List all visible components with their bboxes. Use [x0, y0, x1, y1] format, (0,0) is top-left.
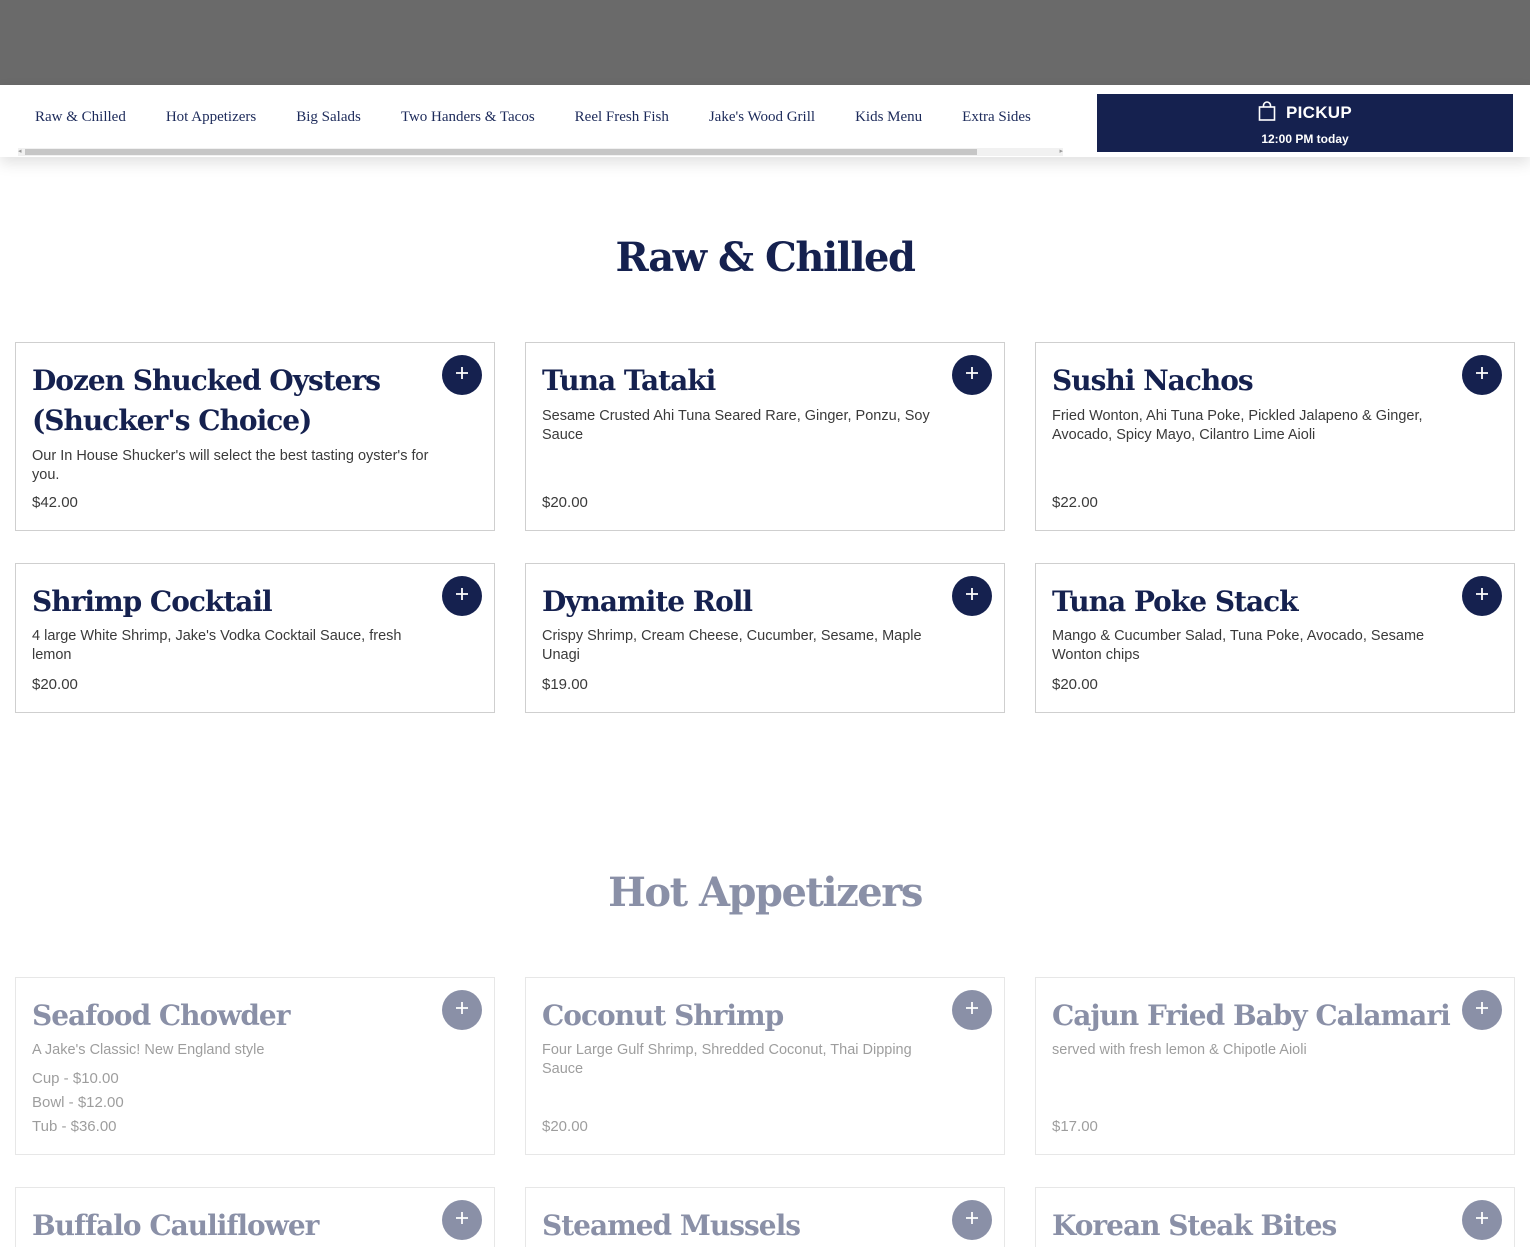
- item-description: A Jake's Classic! New England style: [32, 1042, 265, 1058]
- plus-icon: [1474, 1000, 1490, 1021]
- item-name: Tuna Poke Stack: [1052, 585, 1299, 618]
- plus-icon: [1474, 586, 1490, 607]
- item-description: Our In House Shucker's will select the b…: [32, 448, 429, 483]
- menu-item-card[interactable]: Buffalo Cauliflower: [15, 1187, 495, 1247]
- plus-icon: [964, 1000, 980, 1021]
- menu-item-card[interactable]: Cajun Fried Baby Calamari served with fr…: [1035, 977, 1515, 1155]
- add-item-button[interactable]: [1462, 576, 1502, 616]
- menu-item-card[interactable]: Steamed Mussels: [525, 1187, 1005, 1247]
- horizontal-scrollbar[interactable]: ◂ ▸: [18, 148, 1063, 156]
- item-price: $17.00: [1052, 1118, 1098, 1135]
- modal-backdrop: [0, 0, 1530, 85]
- add-item-button[interactable]: [952, 355, 992, 395]
- item-name: Dynamite Roll: [542, 585, 753, 618]
- menu-item-card[interactable]: Dynamite Roll Crispy Shrimp, Cream Chees…: [525, 563, 1005, 713]
- menu-item-card[interactable]: Sushi Nachos Fried Wonton, Ahi Tuna Poke…: [1035, 342, 1515, 531]
- add-item-button[interactable]: [442, 1200, 482, 1240]
- item-price: $19.00: [542, 676, 588, 693]
- tab-reel-fresh-fish[interactable]: Reel Fresh Fish: [555, 109, 689, 126]
- add-item-button[interactable]: [442, 576, 482, 616]
- item-price: $22.00: [1052, 494, 1098, 511]
- item-name: Shrimp Cocktail: [32, 585, 273, 618]
- item-description: served with fresh lemon & Chipotle Aioli: [1052, 1042, 1307, 1058]
- item-description: Crispy Shrimp, Cream Cheese, Cucumber, S…: [542, 628, 922, 663]
- tab-kids-menu[interactable]: Kids Menu: [835, 109, 942, 126]
- shopping-bag-icon: [1258, 100, 1276, 126]
- add-item-button[interactable]: [442, 990, 482, 1030]
- price-option-bowl: Bowl - $12.00: [32, 1094, 124, 1111]
- add-item-button[interactable]: [952, 990, 992, 1030]
- add-item-button[interactable]: [1462, 990, 1502, 1030]
- plus-icon: [1474, 1210, 1490, 1231]
- menu-item-card[interactable]: Dozen Shucked Oysters (Shucker's Choice)…: [15, 342, 495, 531]
- menu-item-card[interactable]: Seafood Chowder A Jake's Classic! New En…: [15, 977, 495, 1155]
- item-description: 4 large White Shrimp, Jake's Vodka Cockt…: [32, 628, 402, 663]
- plus-icon: [454, 1210, 470, 1231]
- item-description: Sesame Crusted Ahi Tuna Seared Rare, Gin…: [542, 408, 930, 443]
- add-item-button[interactable]: [952, 576, 992, 616]
- item-name: Buffalo Cauliflower: [32, 1209, 319, 1242]
- category-tabs: Raw & Chilled Hot Appetizers Big Salads …: [15, 85, 1065, 149]
- add-item-button[interactable]: [1462, 355, 1502, 395]
- menu-item-card[interactable]: Korean Steak Bites: [1035, 1187, 1515, 1247]
- item-name: Coconut Shrimp: [542, 999, 784, 1032]
- pickup-label: PICKUP: [1285, 103, 1353, 122]
- plus-icon: [454, 1000, 470, 1021]
- scroll-left-arrow-icon[interactable]: ◂: [18, 148, 22, 156]
- item-description: Fried Wonton, Ahi Tuna Poke, Pickled Jal…: [1052, 408, 1423, 443]
- item-description: Four Large Gulf Shrimp, Shredded Coconut…: [542, 1042, 912, 1077]
- item-price: $20.00: [1052, 676, 1098, 693]
- section-title-raw-chilled: Raw & Chilled: [615, 234, 916, 281]
- add-item-button[interactable]: [952, 1200, 992, 1240]
- item-name: Tuna Tataki: [542, 364, 716, 397]
- menu-item-card[interactable]: Coconut Shrimp Four Large Gulf Shrimp, S…: [525, 977, 1005, 1155]
- item-name: Steamed Mussels: [542, 1209, 801, 1242]
- item-price: $20.00: [32, 676, 78, 693]
- tab-hot-appetizers[interactable]: Hot Appetizers: [146, 109, 276, 126]
- scrollbar-thumb[interactable]: [25, 149, 977, 155]
- item-price: $42.00: [32, 494, 78, 511]
- menu-item-card[interactable]: Tuna Poke Stack Mango & Cucumber Salad, …: [1035, 563, 1515, 713]
- item-name: Korean Steak Bites: [1052, 1209, 1337, 1242]
- scroll-right-arrow-icon[interactable]: ▸: [1059, 148, 1063, 156]
- item-name: Seafood Chowder: [32, 999, 290, 1032]
- pickup-button[interactable]: PICKUP 12:00 PM today: [1097, 94, 1513, 152]
- price-option-tub: Tub - $36.00: [32, 1118, 117, 1135]
- plus-icon: [1474, 365, 1490, 386]
- plus-icon: [964, 365, 980, 386]
- menu-item-card[interactable]: Tuna Tataki Sesame Crusted Ahi Tuna Sear…: [525, 342, 1005, 531]
- add-item-button[interactable]: [1462, 1200, 1502, 1240]
- menu-item-card[interactable]: Shrimp Cocktail 4 large White Shrimp, Ja…: [15, 563, 495, 713]
- plus-icon: [454, 365, 470, 386]
- item-name: Cajun Fried Baby Calamari: [1052, 999, 1451, 1032]
- item-price: $20.00: [542, 494, 588, 511]
- add-item-button[interactable]: [442, 355, 482, 395]
- tab-wood-grill[interactable]: Jake's Wood Grill: [689, 109, 835, 126]
- tab-raw-chilled[interactable]: Raw & Chilled: [15, 109, 146, 126]
- pickup-time: 12:00 PM today: [1261, 131, 1349, 146]
- item-name: Sushi Nachos: [1052, 364, 1254, 397]
- item-name: Dozen Shucked Oysters (Shucker's Choice): [32, 364, 381, 437]
- plus-icon: [964, 586, 980, 607]
- plus-icon: [964, 1210, 980, 1231]
- tab-two-handers-tacos[interactable]: Two Handers & Tacos: [381, 109, 555, 126]
- item-price: $20.00: [542, 1118, 588, 1135]
- item-description: Mango & Cucumber Salad, Tuna Poke, Avoca…: [1052, 628, 1425, 663]
- plus-icon: [454, 586, 470, 607]
- tab-extra-sides[interactable]: Extra Sides: [942, 109, 1051, 126]
- tab-big-salads[interactable]: Big Salads: [276, 109, 381, 126]
- section-title-hot-appetizers: Hot Appetizers: [608, 869, 923, 916]
- price-option-cup: Cup - $10.00: [32, 1070, 119, 1087]
